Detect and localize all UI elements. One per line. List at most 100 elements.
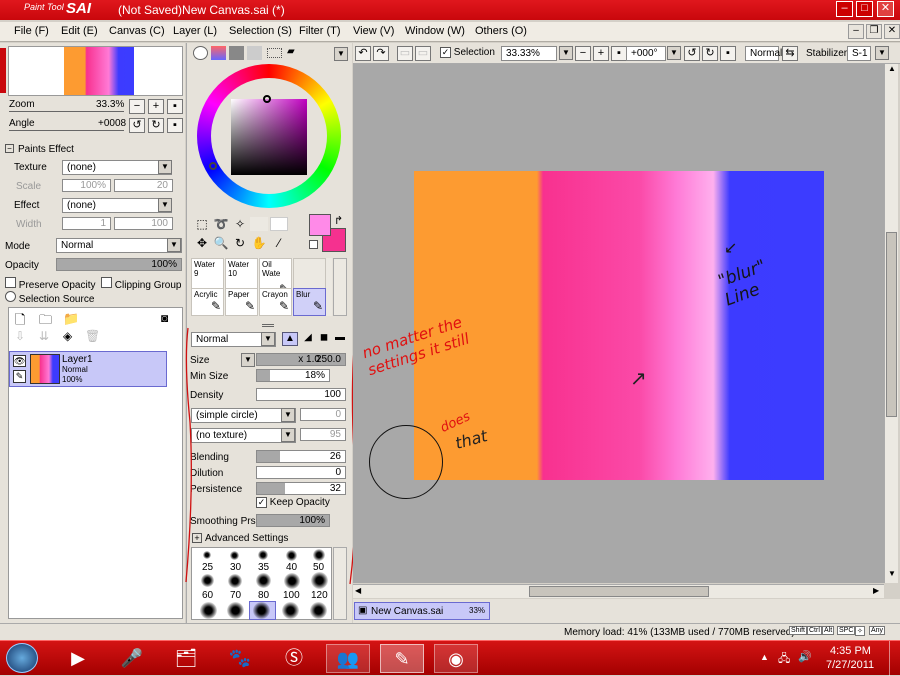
lasso-icon[interactable]: ➰ [212, 216, 230, 232]
zoom-tool-icon[interactable]: 🔍 [212, 235, 230, 251]
color-wheel-icon[interactable] [193, 46, 208, 60]
brush-scrollbar[interactable] [333, 258, 347, 316]
zoom-reset-button[interactable]: ▪ [611, 46, 627, 61]
invert-selection-button[interactable]: ▭ [415, 46, 431, 61]
clipping-group-checkbox[interactable]: Clipping Group [101, 277, 182, 291]
scroll-right-icon[interactable]: ▶ [873, 586, 879, 595]
rotate-tool-icon[interactable]: ↻ [231, 235, 249, 251]
scale-right-slider[interactable]: 20 [114, 179, 173, 192]
navigator-preview[interactable] [8, 46, 183, 96]
paints-effect-collapse-icon[interactable]: − [5, 144, 14, 153]
rotate-left-button[interactable]: ↺ [684, 46, 700, 61]
eraser-slot-icon[interactable] [270, 217, 288, 231]
rotate-reset-button[interactable]: ▪ [167, 118, 183, 133]
brush-oil-water[interactable]: Oil Wate✎ [259, 258, 292, 296]
microphone-icon[interactable]: 🎤 [110, 644, 154, 673]
size-dot-icon[interactable] [227, 602, 244, 619]
maximize-button[interactable]: □ [856, 1, 873, 17]
chevron-down-icon[interactable]: ▼ [158, 198, 172, 212]
wheel-handle[interactable] [263, 95, 271, 103]
deselect-button[interactable]: ▭ [397, 46, 413, 61]
zoom-slider[interactable] [9, 111, 124, 112]
mode-select[interactable]: Normal [56, 238, 182, 253]
trash-icon[interactable]: 🗑 [85, 329, 100, 343]
rotate-reset-button[interactable]: ▪ [720, 46, 736, 61]
media-player-icon[interactable]: ▶ [56, 644, 100, 673]
chevron-down-icon[interactable]: ▼ [158, 160, 172, 174]
brush-blur[interactable]: Blur ✎ [293, 288, 326, 316]
menu-view[interactable]: View (V) [353, 25, 394, 37]
chevron-down-icon[interactable]: ▼ [667, 46, 681, 60]
size-preset[interactable]: 60 [202, 590, 213, 601]
hand-icon[interactable]: ✋ [250, 235, 268, 251]
flip-horizontal-button[interactable]: ⇆ [782, 46, 798, 61]
folder-icon[interactable]: 📁 [63, 311, 79, 327]
scroll-up-icon[interactable]: ▲ [886, 64, 898, 78]
size-preset[interactable]: 80 [258, 590, 269, 601]
zoom-in-button[interactable]: + [148, 99, 164, 114]
preserve-opacity-checkbox[interactable]: Preserve Opacity [5, 277, 95, 291]
rotate-left-button[interactable]: ↺ [129, 118, 145, 133]
size-dot-icon[interactable] [253, 602, 270, 619]
zoom-out-button[interactable]: − [575, 46, 591, 61]
menu-file[interactable]: File (F) [14, 25, 49, 37]
scroll-left-icon[interactable]: ◀ [355, 586, 361, 595]
menu-canvas[interactable]: Canvas (C) [109, 25, 165, 37]
menu-others[interactable]: Others (O) [475, 25, 527, 37]
undo-button[interactable]: ↶ [355, 46, 371, 61]
hsv-slider-icon[interactable] [229, 46, 244, 60]
zoom-in-button[interactable]: + [593, 46, 609, 61]
width-right-slider[interactable]: 100 [114, 217, 173, 230]
angle-select[interactable]: +000° [626, 46, 666, 61]
stabilizer-select[interactable]: S-1 [847, 46, 871, 61]
swap-colors-icon[interactable]: ↱ [334, 214, 343, 227]
chrome-icon[interactable]: ◉ [434, 644, 478, 673]
horizontal-scrollbar[interactable]: ◀ ▶ [353, 584, 884, 598]
eyedropper-icon[interactable]: ⁄ [270, 235, 288, 251]
skype-icon[interactable]: Ⓢ [272, 644, 316, 673]
size-preset[interactable]: 70 [230, 590, 241, 601]
rect-select-icon[interactable]: ⬚ [193, 216, 211, 232]
scroll-down-icon[interactable]: ▼ [886, 569, 898, 583]
opacity-slider[interactable]: 100% [56, 258, 182, 271]
start-button[interactable] [6, 643, 38, 673]
layer-row[interactable]: 👁 ✎ Layer1 Normal 100% [9, 351, 167, 387]
brush-empty-slot[interactable] [293, 258, 326, 291]
chevron-down-icon[interactable]: ▼ [167, 238, 181, 252]
menu-filter[interactable]: Filter (T) [299, 25, 341, 37]
close-button[interactable]: ✕ [877, 1, 894, 17]
show-desktop-button[interactable] [889, 641, 900, 676]
move-icon[interactable]: ✥ [193, 235, 211, 251]
vertical-scrollbar[interactable]: ▲ ▼ [884, 64, 898, 583]
chevron-down-icon[interactable]: ▼ [334, 47, 348, 61]
horizontal-scroll-thumb[interactable] [529, 586, 709, 597]
brush-acrylic[interactable]: Acrylic ✎ [191, 288, 224, 316]
width-slider[interactable]: 1 [62, 217, 111, 230]
size-dot-icon[interactable] [282, 602, 299, 619]
transparent-color-icon[interactable] [309, 240, 318, 249]
mdi-restore-button[interactable]: ❐ [866, 24, 882, 39]
color-square[interactable] [231, 99, 307, 175]
layer-mask-icon[interactable]: ◙ [161, 311, 168, 325]
selection-checkbox[interactable]: ✓ Selection [440, 47, 495, 58]
rgb-slider-icon[interactable] [211, 46, 226, 60]
gimp-icon[interactable]: 🐾 [218, 644, 262, 673]
clear-layer-icon[interactable]: ◈ [63, 329, 72, 343]
menu-window[interactable]: Window (W) [405, 25, 465, 37]
eye-icon[interactable]: 👁 [13, 355, 26, 367]
swatches-icon[interactable] [267, 48, 282, 58]
mdi-close-button[interactable]: ✕ [884, 24, 900, 39]
volume-icon[interactable]: 🔊 [798, 650, 812, 663]
size-preset[interactable]: 120 [311, 590, 328, 601]
scale-slider[interactable]: 100% [62, 179, 111, 192]
mixer-icon[interactable] [247, 46, 262, 60]
tray-chevron-up-icon[interactable]: ▲ [760, 652, 769, 662]
transfer-down-icon[interactable]: ⇩ [15, 329, 25, 343]
brush-water-10[interactable]: Water 10 [225, 258, 258, 291]
magic-wand-icon[interactable]: ✧ [231, 216, 249, 232]
zoom-select[interactable]: 33.33% [501, 46, 557, 61]
clock-time[interactable]: 4:35 PM [830, 645, 871, 657]
view-blend-select[interactable]: Normal [745, 46, 782, 61]
minimize-button[interactable]: – [836, 1, 853, 17]
size-preset[interactable]: 100 [283, 590, 300, 601]
